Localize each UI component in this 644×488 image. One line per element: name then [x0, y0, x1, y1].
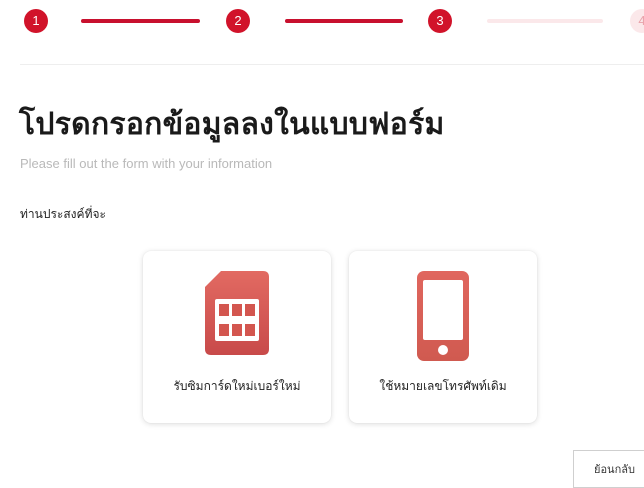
- step-2: 2: [226, 9, 250, 33]
- question-label: ท่านประสงค์ที่จะ: [20, 207, 106, 221]
- step-connector-2: [285, 19, 403, 23]
- option-existing-number-label: ใช้หมายเลขโทรศัพท์เดิม: [379, 379, 507, 393]
- progress-stepper: 1 2 3 4: [0, 0, 644, 44]
- header-divider: [20, 64, 644, 65]
- sim-card-icon: [205, 271, 269, 359]
- step-connector-1: [81, 19, 200, 23]
- page-subtitle: Please fill out the form with your infor…: [20, 156, 273, 171]
- page-title: โปรดกรอกข้อมูลลงในแบบฟอร์ม: [19, 107, 445, 142]
- option-new-sim-label: รับซิมการ์ดใหม่เบอร์ใหม่: [173, 379, 301, 393]
- mobile-phone-icon: [417, 271, 469, 365]
- step-connector-3: [487, 19, 603, 23]
- step-1: 1: [24, 9, 48, 33]
- step-3: 3: [428, 9, 452, 33]
- back-button[interactable]: ย้อนกลับ: [573, 450, 644, 488]
- option-new-sim-card[interactable]: รับซิมการ์ดใหม่เบอร์ใหม่: [143, 251, 331, 423]
- step-4: 4: [630, 9, 644, 33]
- option-existing-number-card[interactable]: ใช้หมายเลขโทรศัพท์เดิม: [349, 251, 537, 423]
